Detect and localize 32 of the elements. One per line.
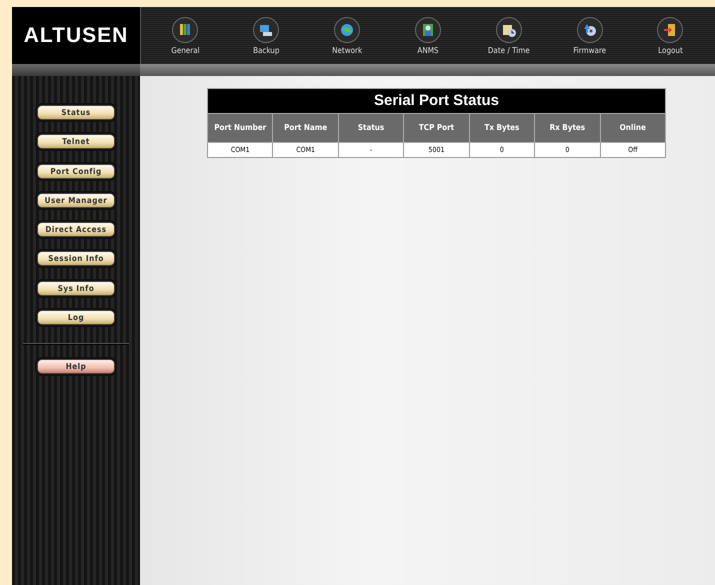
- toolbar-button[interactable]: ANMS: [392, 7, 463, 64]
- books-icon: [172, 16, 198, 42]
- toolbar-button[interactable]: Date / Time: [474, 7, 544, 64]
- globe-icon: [334, 16, 360, 42]
- menu-button[interactable]: Status: [37, 105, 115, 120]
- toolbar-button[interactable]: Network: [312, 7, 382, 64]
- menu-button[interactable]: Sys Info: [37, 280, 115, 296]
- menu-button[interactable]: Session Info: [37, 251, 115, 266]
- column-header: Port Number: [208, 114, 273, 142]
- table-title: Serial Port Status: [208, 88, 666, 114]
- help-button[interactable]: Help: [37, 359, 115, 374]
- toolbar-button[interactable]: Backup: [231, 7, 302, 64]
- column-header: Port Name: [272, 114, 338, 142]
- column-header: Status: [338, 114, 404, 142]
- logo: ALTUSEN: [24, 24, 128, 48]
- menu-button[interactable]: Port Config: [37, 164, 115, 179]
- column-header: TCP Port: [404, 114, 470, 142]
- toolbar-button[interactable]: Firmware: [554, 7, 625, 64]
- clock-icon: [496, 16, 522, 42]
- disc-icon: [576, 16, 603, 42]
- column-header: Tx Bytes: [469, 114, 535, 142]
- column-header: Rx Bytes: [534, 114, 600, 142]
- menu-button[interactable]: Direct Access: [37, 222, 115, 238]
- person-icon: [414, 16, 441, 42]
- door-icon: [657, 16, 684, 42]
- menu-button[interactable]: User Manager: [37, 192, 115, 208]
- computer-icon: [253, 16, 280, 42]
- menu-button[interactable]: Telnet: [37, 134, 115, 150]
- menu-button[interactable]: Log: [37, 310, 115, 326]
- toolbar-button[interactable]: General: [150, 7, 220, 64]
- toolbar-button[interactable]: Logout: [635, 7, 706, 64]
- column-header: Online: [600, 114, 666, 142]
